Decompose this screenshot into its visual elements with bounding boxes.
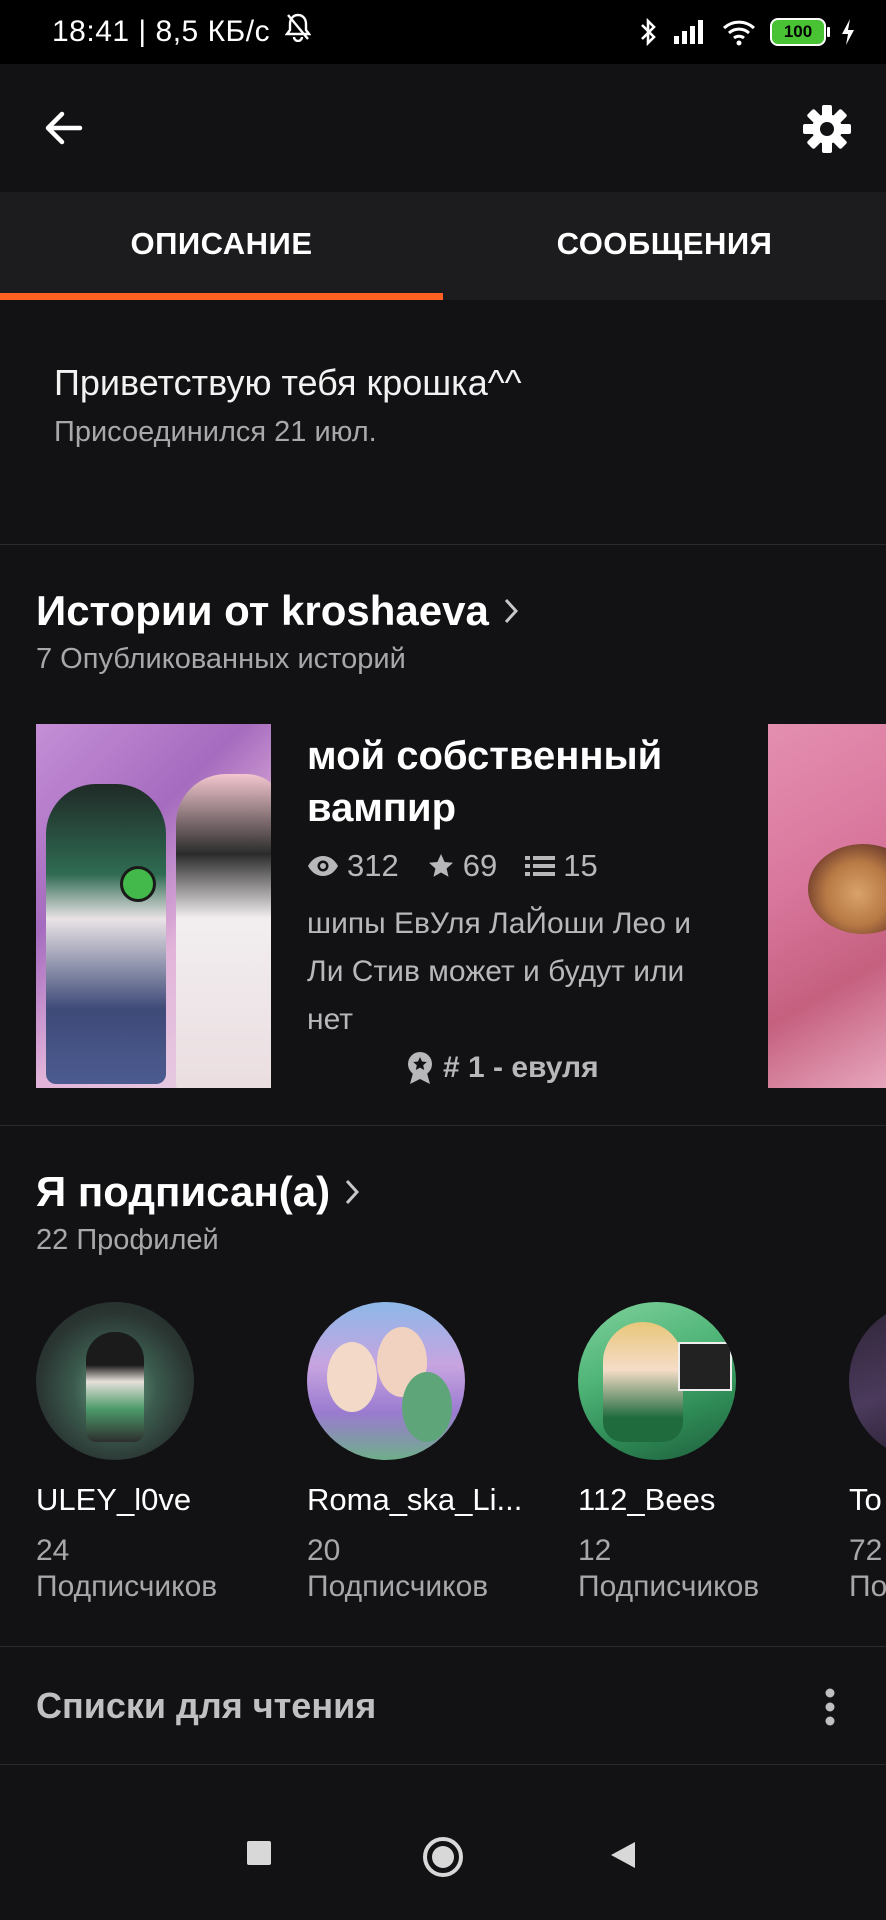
story-rank-badge: # 1 - евуля xyxy=(405,1051,599,1085)
bluetooth-icon xyxy=(641,17,656,47)
reading-lists-title: Списки для чтения xyxy=(36,1685,377,1726)
active-tab-indicator xyxy=(0,293,443,300)
tab-description-label: ОПИСАНИЕ xyxy=(130,226,313,261)
profile-name: To xyxy=(849,1482,882,1517)
story-cover[interactable] xyxy=(36,724,271,1088)
app-bar xyxy=(0,64,886,192)
story-description: шипы ЕвУля ЛаЙоши Лео и Ли Стив может и … xyxy=(307,907,691,1036)
home-button[interactable] xyxy=(422,1836,464,1883)
nav-back-icon xyxy=(611,1842,635,1868)
settings-button[interactable] xyxy=(802,104,852,154)
chevron-right-icon xyxy=(504,598,518,624)
follower-count: 72 xyxy=(849,1534,883,1567)
status-bar: 18:41 | 8,5 КБ/с 100 xyxy=(0,0,886,64)
avatar[interactable] xyxy=(849,1302,886,1460)
avatar-figure xyxy=(327,1342,377,1412)
system-nav-bar xyxy=(0,1800,886,1920)
charging-icon xyxy=(842,19,854,45)
avatar[interactable] xyxy=(578,1302,736,1460)
stories-count: 7 Опубликованных историй xyxy=(36,643,406,675)
stories-title[interactable]: Истории от kroshaeva xyxy=(36,587,519,635)
avatar-figure xyxy=(86,1332,144,1442)
profile-card[interactable]: Roma_ska_Li... 20 Подписчиков xyxy=(307,1302,537,1604)
nav-square-icon xyxy=(247,1841,271,1865)
signal-icon xyxy=(674,20,703,44)
chevron-right-icon xyxy=(345,1179,360,1205)
story-stats: 312 69 15 xyxy=(307,848,727,884)
votes-count: 69 xyxy=(462,848,498,883)
parts-count: 15 xyxy=(563,848,598,883)
follower-label: По xyxy=(849,1570,886,1603)
story-title: мой собственный вампир xyxy=(307,734,663,830)
status-time-text: 18:41 | 8,5 КБ/с xyxy=(52,15,271,48)
star-icon xyxy=(428,854,453,877)
following-profiles-list: ULEY_l0ve 24 Подписчиков Roma_ska_Li... … xyxy=(36,1302,886,1622)
profile-name: Roma_ska_Li... xyxy=(307,1482,523,1517)
reading-lists-row[interactable]: Списки для чтения xyxy=(0,1647,886,1765)
follower-label: Подписчиков xyxy=(307,1570,489,1603)
back-button[interactable] xyxy=(40,104,88,152)
tab-messages[interactable]: СООБЩЕНИЯ xyxy=(443,192,886,300)
stories-header[interactable]: Истории от kroshaeva 7 Опубликованных ис… xyxy=(36,587,519,676)
next-story-cover[interactable] xyxy=(768,724,886,1088)
votes-stat: 69 xyxy=(427,848,497,884)
status-time: 18:41 | 8,5 КБ/с xyxy=(52,0,312,65)
follower-count: 24 xyxy=(36,1534,70,1567)
avatar[interactable] xyxy=(307,1302,465,1460)
views-count: 312 xyxy=(347,848,399,883)
description-text: Приветствую тебя крошка^^ xyxy=(54,362,522,403)
eye-icon xyxy=(308,856,338,876)
back-arrow-icon xyxy=(45,111,83,145)
profile-name: 112_Bees xyxy=(578,1482,716,1517)
stories-title-text: Истории от kroshaeva xyxy=(36,587,489,634)
cover-eye xyxy=(120,866,156,902)
system-back-button[interactable] xyxy=(608,1840,638,1875)
following-count: 22 Профилей xyxy=(36,1224,219,1256)
tab-messages-label: СООБЩЕНИЯ xyxy=(556,226,773,261)
stories-section: Истории от kroshaeva 7 Опубликованных ис… xyxy=(0,545,886,1126)
follower-label: Подписчиков xyxy=(578,1570,760,1603)
list-icon xyxy=(525,856,556,876)
status-icons: 100 xyxy=(638,14,856,50)
story-card[interactable]: мой собственный вампир 312 69 15 шипы Ев… xyxy=(307,730,727,1044)
avatar-figure xyxy=(603,1322,683,1442)
battery-indicator: 100 xyxy=(770,18,830,46)
more-vert-icon xyxy=(825,1688,835,1726)
parts-stat: 15 xyxy=(525,848,598,884)
bell-off-icon xyxy=(284,1,312,65)
cover-eye-detail xyxy=(808,844,886,934)
avatar-figure xyxy=(402,1372,452,1442)
avatar[interactable] xyxy=(36,1302,194,1460)
avatar-sign xyxy=(678,1342,732,1391)
more-options-button[interactable] xyxy=(824,1687,836,1727)
wifi-icon xyxy=(722,20,756,46)
tab-description[interactable]: ОПИСАНИЕ xyxy=(0,192,443,300)
views-stat: 312 xyxy=(307,848,399,884)
following-section: Я подписан(а) 22 Профилей ULEY_l0ve 24 П… xyxy=(0,1126,886,1647)
following-header[interactable]: Я подписан(а) 22 Профилей xyxy=(36,1168,360,1257)
joined-date: Присоединился 21 июл. xyxy=(54,416,377,448)
profile-card[interactable]: To 72 По xyxy=(849,1302,886,1604)
follower-count: 12 xyxy=(578,1534,612,1567)
tab-bar: ОПИСАНИЕ СООБЩЕНИЯ xyxy=(0,192,886,300)
profile-card[interactable]: 112_Bees 12 Подписчиков xyxy=(578,1302,808,1604)
follower-label: Подписчиков xyxy=(36,1570,218,1603)
nav-circle-icon xyxy=(423,1837,463,1877)
cover-figure-right xyxy=(176,774,271,1088)
follower-count: 20 xyxy=(307,1534,341,1567)
profile-description: Приветствую тебя крошка^^ Присоединился … xyxy=(0,300,886,545)
following-title-text: Я подписан(а) xyxy=(36,1168,331,1215)
profile-card[interactable]: ULEY_l0ve 24 Подписчиков xyxy=(36,1302,266,1604)
gear-icon xyxy=(803,105,851,153)
following-title[interactable]: Я подписан(а) xyxy=(36,1168,360,1216)
recents-button[interactable] xyxy=(246,1840,272,1871)
medal-icon xyxy=(408,1052,432,1084)
cover-figure-left xyxy=(46,784,166,1084)
story-rank-text: # 1 - евуля xyxy=(443,1051,599,1084)
profile-name: ULEY_l0ve xyxy=(36,1482,192,1517)
